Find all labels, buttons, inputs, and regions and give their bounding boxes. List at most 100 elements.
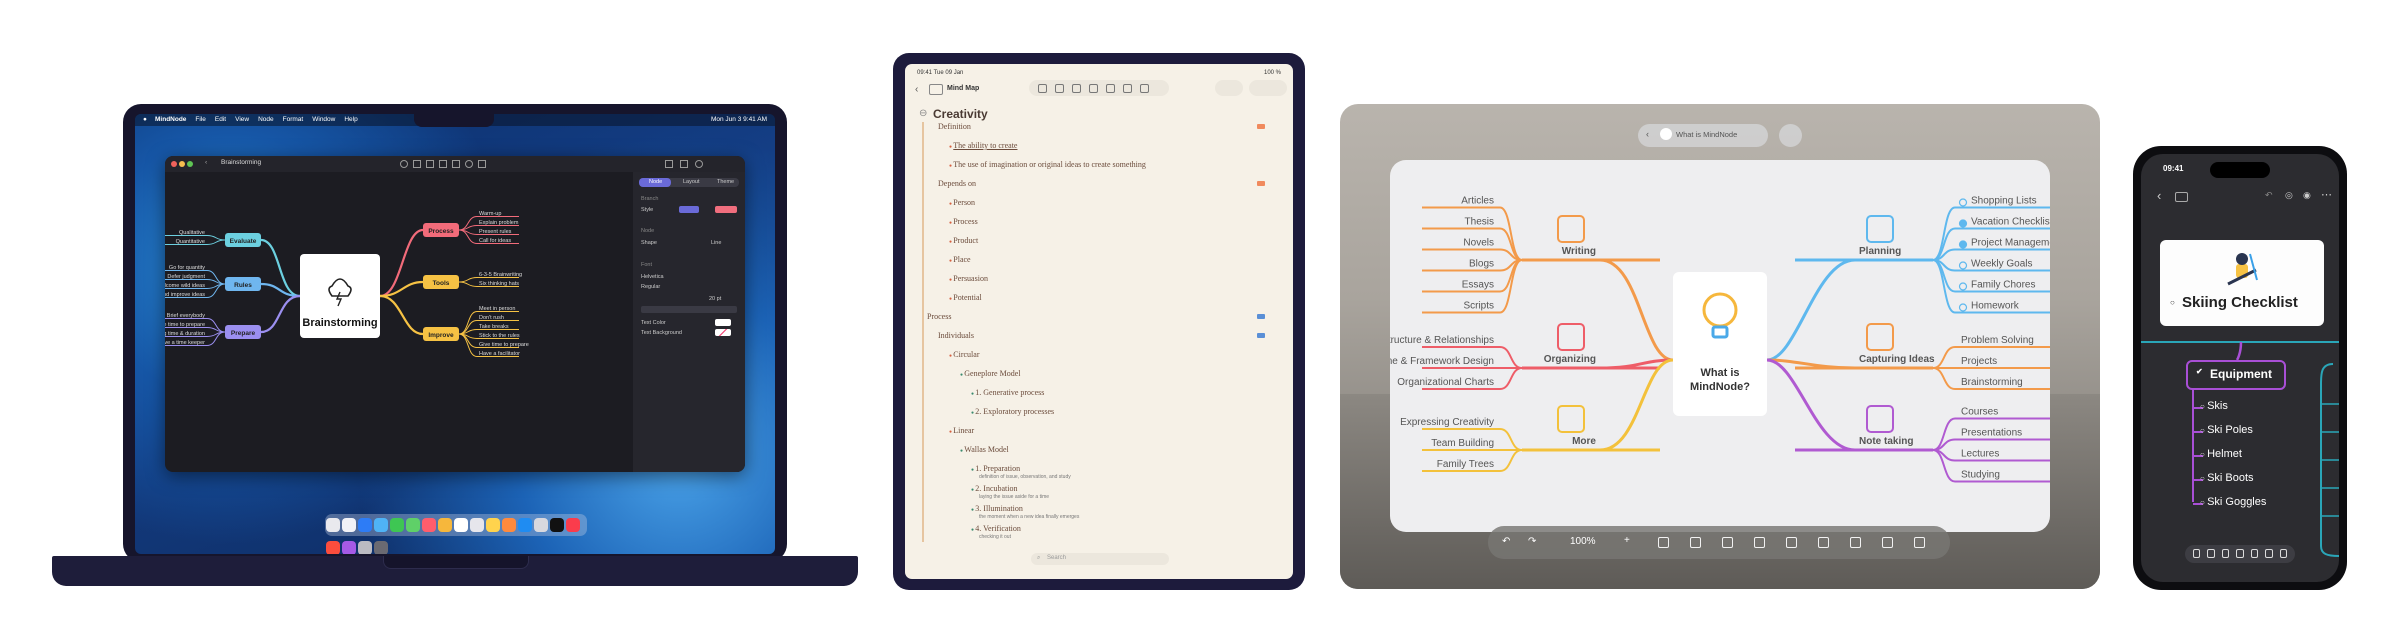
leaf-node[interactable]: Defer judgment <box>167 274 205 280</box>
dock-app-icon[interactable] <box>358 541 372 554</box>
collapse-icon[interactable]: ⊖ <box>919 108 927 119</box>
ipad-search-field[interactable]: ⌕ Search <box>1031 553 1169 565</box>
row-note-icon[interactable] <box>1257 124 1265 129</box>
font-family-value[interactable]: Helvetica <box>641 274 664 280</box>
toolbar-fit-icon[interactable] <box>478 160 486 168</box>
toolbar-search-icon[interactable] <box>2265 549 2273 558</box>
toolbar-node-icon[interactable] <box>1038 84 1047 93</box>
toolbar-fit-icon[interactable] <box>1140 84 1149 93</box>
toolbar-focus-icon[interactable] <box>2279 549 2287 558</box>
leaf-node[interactable]: Have a facilitator <box>479 351 520 357</box>
outline-row[interactable]: ● 2. Incubation <box>971 484 1018 493</box>
toolbar-fit-icon[interactable] <box>1850 537 1861 548</box>
leaf-node[interactable]: Have a time keeper <box>165 340 205 346</box>
dock-app-icon[interactable] <box>486 518 500 532</box>
apple-icon[interactable]: ● <box>143 116 147 123</box>
dock-app-icon[interactable] <box>326 518 340 532</box>
minimize-window-button[interactable] <box>179 161 185 167</box>
branch-node-label[interactable]: Rules <box>234 282 252 289</box>
toolbar-delete-icon[interactable] <box>1055 84 1064 93</box>
leaf-node[interactable]: Set meeting time & duration <box>165 331 205 337</box>
text-background-swatch[interactable] <box>715 329 731 336</box>
leaf-node[interactable]: Quantitative <box>176 239 205 245</box>
shape-value[interactable]: Line <box>711 240 721 246</box>
dock-app-icon[interactable] <box>374 541 388 554</box>
outline-row[interactable]: ● The ability to create <box>949 141 1017 150</box>
leaf-node[interactable]: Scripts <box>1463 301 1494 312</box>
font-weight-value[interactable]: Regular <box>641 284 660 290</box>
vision-back-icon[interactable]: ‹ <box>1646 129 1649 139</box>
vision-title-pill[interactable]: ‹ What is MindNode <box>1638 124 1768 147</box>
leaf-node[interactable]: Six thinking hats <box>479 281 519 287</box>
redo-icon[interactable]: ↷ <box>1528 536 1536 547</box>
leaf-node[interactable]: Outline & Framework Design <box>1390 356 1494 367</box>
checklist-item[interactable]: ○ Ski Goggles <box>2200 496 2266 508</box>
branch-style-swatch[interactable] <box>679 206 699 213</box>
leaf-node[interactable]: Projects <box>1961 356 1997 367</box>
inspector-icon[interactable] <box>695 160 703 168</box>
leaf-node[interactable]: Family Trees <box>1437 459 1494 470</box>
toolbar-sidebar-icon[interactable] <box>1914 537 1925 548</box>
ipad-doc-title[interactable]: Mind Map <box>947 85 979 92</box>
leaf-node[interactable]: Explain problem <box>479 220 519 226</box>
dock-app-icon[interactable] <box>518 518 532 532</box>
toolbar-delete-icon[interactable] <box>413 160 421 168</box>
leaf-node[interactable]: Thesis <box>1465 217 1494 228</box>
outline-row[interactable]: ● 2. Exploratory processes <box>971 407 1054 416</box>
branch-node-label[interactable]: More <box>1572 436 1596 447</box>
inspector-tab-layout[interactable]: Layout <box>683 179 700 185</box>
toolbar-image-icon[interactable] <box>2207 549 2215 558</box>
leaf-node[interactable]: Blogs <box>1469 259 1494 270</box>
outline-row[interactable]: ● The use of imagination or original ide… <box>949 160 1146 169</box>
iphone-root-card[interactable]: ○ Skiing Checklist <box>2160 240 2324 326</box>
checkbox-icon[interactable] <box>1958 303 1968 312</box>
leaf-node[interactable]: Homework <box>1971 301 2020 312</box>
toolbar-layout-icon[interactable] <box>1882 537 1893 548</box>
row-note-icon[interactable] <box>1257 314 1265 319</box>
outline-row[interactable]: ● Linear <box>949 426 974 435</box>
leaf-node[interactable]: Vacation Checklists <box>1971 217 2050 228</box>
text-color-swatch[interactable] <box>715 319 731 326</box>
checkbox-icon[interactable] <box>1958 261 1968 270</box>
outline-row[interactable]: ● Wallas Model <box>960 445 1009 454</box>
add-node-icon[interactable]: + <box>1624 535 1630 546</box>
toolbar-image-icon[interactable] <box>1690 537 1701 548</box>
branch-node-label[interactable]: Tools <box>433 280 450 287</box>
menu-item[interactable]: Format <box>283 116 304 123</box>
toolbar-connect-icon[interactable] <box>2250 549 2259 558</box>
checklist-item[interactable]: ○ Ski Boots <box>2200 472 2254 484</box>
toolbar-tag-icon[interactable] <box>2221 549 2230 558</box>
leaf-node[interactable]: Lectures <box>1961 449 1999 460</box>
close-window-button[interactable] <box>171 161 177 167</box>
outline-row[interactable]: ● Product <box>949 236 978 245</box>
item-checkbox-icon[interactable]: ○ <box>2200 450 2207 459</box>
branch-node-label[interactable]: Note taking <box>1859 436 1913 447</box>
undo-icon[interactable]: ↶ <box>1502 536 1510 547</box>
dock-app-icon[interactable] <box>566 518 580 532</box>
leaf-node[interactable]: Essays <box>1462 280 1494 291</box>
outline-row[interactable]: ● Place <box>949 255 971 264</box>
leaf-node[interactable]: Novels <box>1463 238 1494 249</box>
toolbar-close-icon[interactable] <box>2193 549 2201 558</box>
leaf-node[interactable]: Stick to the rules <box>479 333 520 339</box>
outline-row[interactable]: ● Person <box>949 198 975 207</box>
dock-app-icon[interactable] <box>406 518 420 532</box>
font-size-value[interactable]: 20 pt <box>709 296 721 302</box>
menu-item[interactable]: Help <box>344 116 357 123</box>
branch-color-swatch[interactable] <box>715 206 737 213</box>
leaf-node[interactable]: Articles <box>1461 196 1494 207</box>
leaf-node[interactable]: Expressing Creativity <box>1400 417 1494 428</box>
ipad-right-tools[interactable] <box>1249 80 1287 96</box>
dock-app-icon[interactable] <box>390 518 404 532</box>
leaf-node[interactable]: Give time to prepare <box>165 322 205 328</box>
branch-node-label[interactable]: Prepare <box>231 330 256 337</box>
leaf-node[interactable]: Meet in person <box>479 306 515 312</box>
toolbar-connect-icon[interactable] <box>1106 84 1115 93</box>
outline-row[interactable]: Process <box>927 312 951 321</box>
leaf-node[interactable]: Brief everybody <box>167 313 205 319</box>
dock-app-icon[interactable] <box>534 518 548 532</box>
toolbar-collapse-icon[interactable] <box>1658 537 1669 548</box>
toolbar-image-icon[interactable] <box>426 160 434 168</box>
leaf-node[interactable]: Call for ideas <box>479 238 511 244</box>
checklist-item[interactable]: ○ Helmet <box>2200 448 2242 460</box>
